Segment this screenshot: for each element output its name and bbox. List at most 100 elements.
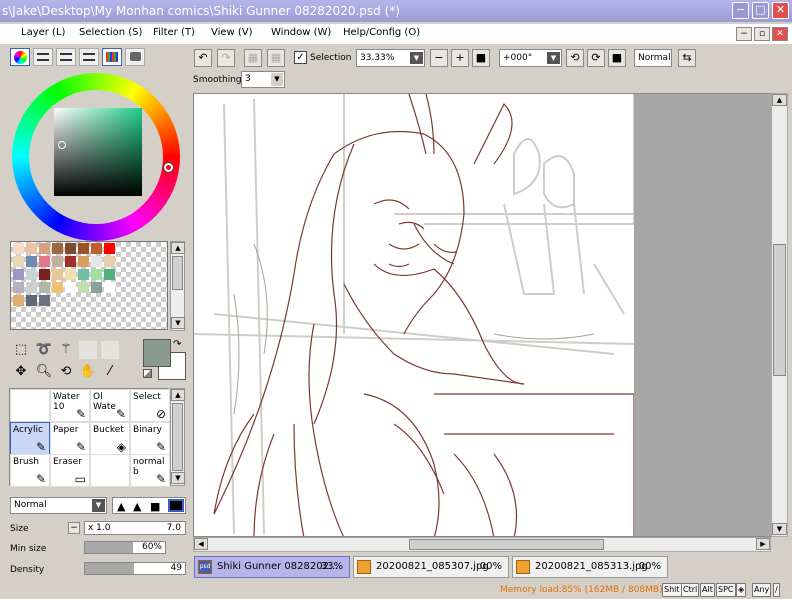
brush-tool[interactable]: normal b ✎: [130, 454, 170, 487]
color-swatch[interactable]: [91, 256, 102, 267]
color-swatch[interactable]: [78, 243, 89, 254]
reset-colors-icon[interactable]: [143, 369, 152, 378]
size-minus-button[interactable]: −: [68, 522, 80, 534]
color-swatch[interactable]: [13, 256, 24, 267]
brush-tool[interactable]: [90, 454, 130, 487]
color-swatch[interactable]: [104, 256, 115, 267]
color-swatch[interactable]: [91, 282, 102, 293]
rotate-ccw-icon[interactable]: ⟲: [566, 49, 584, 67]
magic-wand-icon[interactable]: ⚚: [57, 341, 75, 359]
color-swatch[interactable]: [39, 295, 50, 306]
canvas-vertical-scrollbar[interactable]: [771, 93, 788, 537]
primary-color[interactable]: [143, 339, 171, 367]
maximize-icon[interactable]: □: [752, 2, 769, 19]
color-swatch[interactable]: [39, 243, 50, 254]
lasso-icon[interactable]: ➰: [35, 341, 53, 359]
invert-selection-icon[interactable]: ▦: [267, 49, 285, 67]
palette-scroll-up-icon[interactable]: ▲: [171, 242, 185, 254]
color-swatch[interactable]: [13, 282, 24, 293]
vertical-scroll-thumb[interactable]: [773, 244, 786, 376]
saturation-value-square[interactable]: [54, 108, 142, 196]
doc-tab[interactable]: 20200821_085307.jpg 00%: [353, 556, 509, 578]
flip-horizontal-icon[interactable]: ⇆: [678, 49, 696, 67]
menu-window[interactable]: Window (W): [271, 27, 331, 38]
color-swatch[interactable]: [13, 243, 24, 254]
palette-scroll-down-icon[interactable]: ▼: [171, 317, 185, 329]
rect-select-icon[interactable]: ⬚: [12, 341, 30, 359]
rotation-select[interactable]: +000° ▼: [499, 49, 562, 67]
brush-tool[interactable]: Ol Wate ✎: [90, 389, 130, 422]
color-swatch[interactable]: [26, 256, 37, 267]
color-swatch[interactable]: [39, 256, 50, 267]
menu-help-config[interactable]: Help/Config (O): [343, 27, 420, 38]
brush-tool[interactable]: Acrylic ✎: [10, 421, 50, 455]
zoom-out-icon[interactable]: −: [430, 49, 448, 67]
color-swatch[interactable]: [39, 269, 50, 280]
color-swatch[interactable]: [91, 243, 102, 254]
color-swatch[interactable]: [65, 243, 76, 254]
zoom-icon[interactable]: 🔍︎: [35, 363, 53, 381]
scroll-right-icon[interactable]: ▶: [756, 538, 770, 550]
min-size-slider[interactable]: 60%: [84, 541, 166, 554]
brush-tool[interactable]: Paper ✎: [50, 421, 90, 455]
color-wheel-tab-icon[interactable]: [10, 48, 30, 66]
color-swatch[interactable]: [52, 282, 63, 293]
menu-layer[interactable]: Layer (L): [21, 27, 65, 38]
zoom-in-icon[interactable]: +: [451, 49, 469, 67]
menu-filter[interactable]: Filter (T): [153, 27, 195, 38]
minimize-icon[interactable]: −: [732, 2, 749, 19]
brush-scroll-down-icon[interactable]: ▼: [171, 472, 185, 484]
horizontal-scroll-thumb[interactable]: [409, 539, 604, 550]
brush-shape-icon[interactable]: ▲: [117, 500, 125, 513]
brush-tool[interactable]: Brush ✎: [10, 454, 50, 487]
hsv-slider-tab-icon[interactable]: [56, 48, 76, 66]
scratchpad-tab-icon[interactable]: [125, 48, 145, 66]
menu-view[interactable]: View (V): [211, 27, 253, 38]
sv-picker-marker[interactable]: [58, 141, 66, 149]
color-swatch[interactable]: [104, 243, 115, 254]
scroll-left-icon[interactable]: ◀: [194, 538, 208, 550]
brush-shape-icon[interactable]: ▲: [133, 500, 141, 513]
brush-tool[interactable]: Select ⊘: [130, 389, 170, 422]
brush-tool[interactable]: Binary ✎: [130, 421, 170, 455]
rgb-slider-tab-icon[interactable]: [33, 48, 53, 66]
brush-tool[interactable]: Eraser ▭: [50, 454, 90, 487]
doc-restore-icon[interactable]: ▫: [754, 27, 770, 41]
color-swatch[interactable]: [78, 269, 89, 280]
color-swatch[interactable]: [104, 282, 115, 293]
color-swatch[interactable]: [52, 243, 63, 254]
chevron-down-icon[interactable]: ▼: [92, 499, 105, 512]
deselect-icon[interactable]: ▦: [244, 49, 262, 67]
color-swatch[interactable]: [26, 295, 37, 306]
doc-tab[interactable]: 20200821_085313.jpg 00%: [512, 556, 668, 578]
zoom-select[interactable]: 33.33% ▼: [356, 49, 425, 67]
chevron-down-icon[interactable]: ▼: [271, 73, 283, 86]
color-swatch[interactable]: [78, 282, 89, 293]
rotate-reset-icon[interactable]: ■: [608, 49, 626, 67]
color-swatch[interactable]: [52, 269, 63, 280]
color-swatch[interactable]: [52, 256, 63, 267]
brush-shape-icon[interactable]: ■: [150, 500, 160, 513]
brush-tool[interactable]: [10, 389, 50, 422]
close-icon[interactable]: ✕: [772, 2, 789, 19]
undo-icon[interactable]: ↶: [194, 49, 212, 67]
brush-shape-icon[interactable]: [168, 499, 184, 512]
doc-tab[interactable]: psd Shiki Gunner 0828202... 33%: [194, 556, 350, 578]
swatch-tab-icon[interactable]: [102, 48, 122, 66]
menu-selection[interactable]: Selection (S): [79, 27, 142, 38]
swap-colors-icon[interactable]: ↷: [173, 339, 181, 350]
eyedropper-icon[interactable]: ⁄: [101, 363, 119, 381]
color-swatch[interactable]: [13, 269, 24, 280]
color-swatch[interactable]: [78, 256, 89, 267]
chevron-down-icon[interactable]: ▼: [410, 52, 423, 64]
scroll-down-icon[interactable]: ▼: [772, 523, 787, 535]
color-swatch[interactable]: [65, 282, 76, 293]
brush-tool[interactable]: Bucket ◈: [90, 421, 130, 455]
doc-minimize-icon[interactable]: −: [736, 27, 752, 41]
color-swatch[interactable]: [104, 269, 115, 280]
size-field[interactable]: x 1.0 7.0: [84, 521, 186, 535]
move-icon[interactable]: ✥: [12, 363, 30, 381]
color-swatch[interactable]: [39, 282, 50, 293]
doc-close-icon[interactable]: ✕: [772, 27, 788, 41]
color-swatch[interactable]: [26, 243, 37, 254]
